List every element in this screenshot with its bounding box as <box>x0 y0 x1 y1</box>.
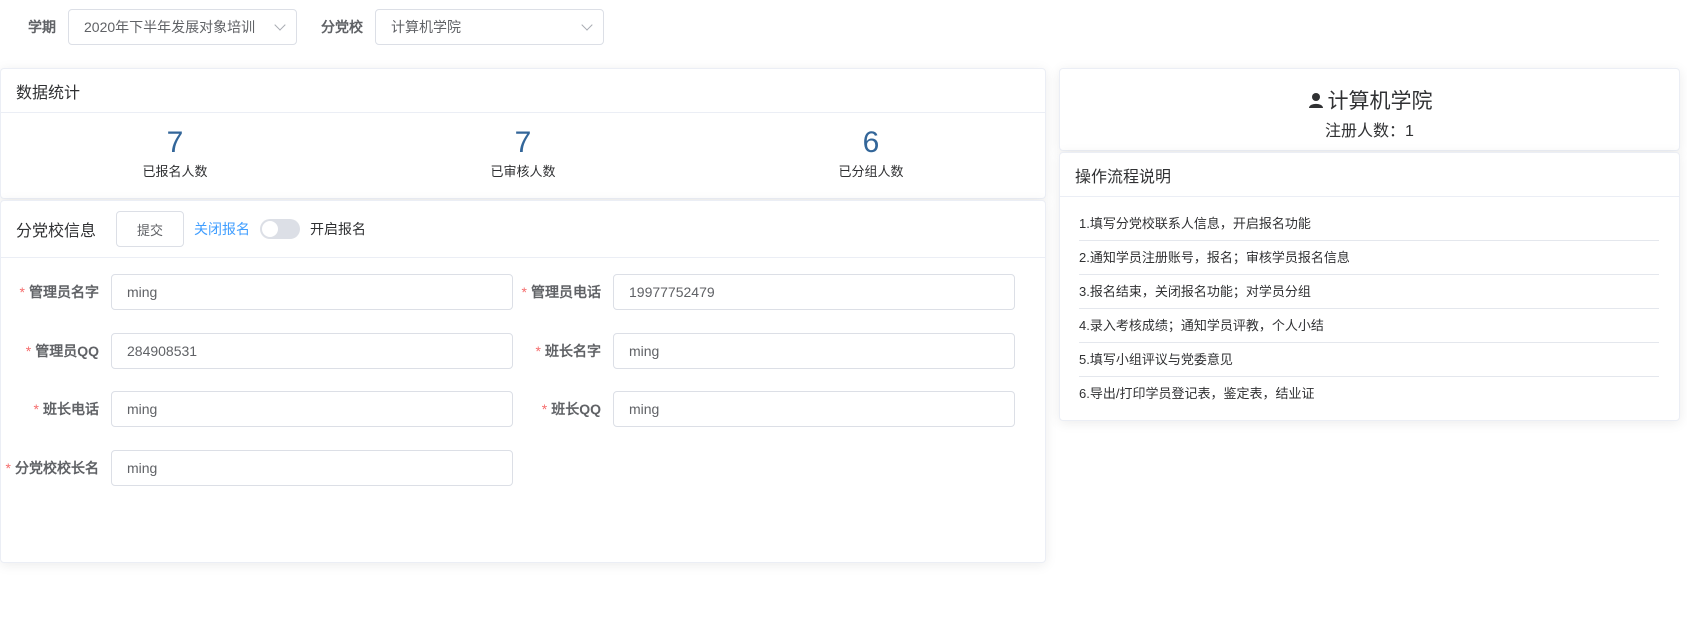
admin-qq-label-text: 管理员QQ <box>35 343 99 359</box>
branch-info-title: 分党校信息 <box>16 223 97 240</box>
term-label: 学期 <box>28 19 56 35</box>
profile-name-row: 计算机学院 <box>1060 85 1679 115</box>
monitor-qq-field[interactable] <box>613 391 1015 427</box>
monitor-phone-label: * 班长电话 <box>1 391 111 427</box>
registered-count: 注册人数：1 <box>1325 123 1414 140</box>
monitor-name-field[interactable] <box>613 333 1015 369</box>
process-step: 1.填写分党校联系人信息，开启报名功能 <box>1079 207 1659 241</box>
submit-button[interactable]: 提交 <box>116 211 185 247</box>
stat-value: 7 <box>514 126 532 159</box>
monitor-name-label: * 班长名字 <box>503 333 613 369</box>
stat-reviewed: 7 已审核人数 <box>349 113 697 199</box>
admin-phone-label-text: 管理员电话 <box>531 284 601 300</box>
process-card-title: 操作流程说明 <box>1060 153 1679 197</box>
admin-qq-label: * 管理员QQ <box>1 333 111 369</box>
required-mark: * <box>521 284 527 300</box>
filter-bar: 学期 2020年下半年发展对象培训 分党校 计算机学院 <box>28 9 604 45</box>
form-item-admin-qq: * 管理员QQ <box>1 333 513 369</box>
required-mark: * <box>33 401 39 417</box>
chevron-down-icon <box>274 18 286 31</box>
form-item-principal-name: * 分党校校长名 <box>1 450 513 486</box>
admin-qq-field[interactable] <box>111 333 513 369</box>
term-select-value: 2020年下半年发展对象培训 <box>84 19 256 35</box>
required-mark: * <box>5 460 11 476</box>
registration-toggle[interactable] <box>260 219 301 239</box>
required-mark: * <box>25 343 32 359</box>
monitor-phone-label-text: 班长电话 <box>43 401 99 417</box>
stat-value: 7 <box>166 126 184 159</box>
monitor-phone-field[interactable] <box>111 391 513 427</box>
process-step: 2.通知学员注册账号，报名；审核学员报名信息 <box>1079 241 1659 275</box>
close-registration-label[interactable]: 关闭报名 <box>194 219 250 239</box>
branch-info-header: 分党校信息 提交 关闭报名 开启报名 <box>1 201 1045 258</box>
stat-label: 已报名人数 <box>142 164 208 179</box>
branch-label: 分党校 <box>321 19 363 35</box>
process-steps: 1.填写分党校联系人信息，开启报名功能 2.通知学员注册账号，报名；审核学员报名… <box>1060 197 1679 411</box>
admin-phone-field[interactable] <box>613 274 1015 310</box>
required-mark: * <box>541 401 548 417</box>
branch-select-value: 计算机学院 <box>391 19 461 35</box>
user-icon <box>1307 91 1325 109</box>
principal-name-label: * 分党校校长名 <box>1 450 111 486</box>
required-mark: * <box>535 343 541 359</box>
stats-row: 7 已报名人数 7 已审核人数 6 已分组人数 <box>1 113 1045 199</box>
stat-registered: 7 已报名人数 <box>1 113 349 199</box>
admin-phone-label: * 管理员电话 <box>503 274 613 310</box>
form-item-admin-phone: * 管理员电话 <box>503 274 1015 310</box>
form-item-monitor-phone: * 班长电话 <box>1 391 513 427</box>
branch-info-card: 分党校信息 提交 关闭报名 开启报名 *管理员名字 *管理员电话 *管理员QQ … <box>0 200 1046 563</box>
process-step: 3.报名结束，关闭报名功能；对学员分组 <box>1079 275 1659 309</box>
form-item-admin-name: * 管理员名字 <box>1 274 513 310</box>
process-step: 5.填写小组评议与党委意见 <box>1079 343 1659 377</box>
profile: 计算机学院 注册人数：1 <box>1060 69 1679 141</box>
principal-name-label-text: 分党校校长名 <box>15 460 99 476</box>
profile-name: 计算机学院 <box>1327 90 1433 113</box>
process-step: 4.录入考核成绩；通知学员评教，个人小结 <box>1079 309 1659 343</box>
toggle-knob <box>262 221 279 237</box>
open-registration-label[interactable]: 开启报名 <box>310 219 366 239</box>
stat-label: 已分组人数 <box>838 164 904 179</box>
stat-grouped: 6 已分组人数 <box>697 113 1045 199</box>
term-select[interactable]: 2020年下半年发展对象培训 <box>68 9 297 45</box>
stat-label: 已审核人数 <box>490 164 556 179</box>
stat-value: 6 <box>862 126 880 159</box>
monitor-name-label-text: 班长名字 <box>545 343 601 359</box>
admin-name-label: * 管理员名字 <box>1 274 111 310</box>
stats-card: 数据统计 7 已报名人数 7 已审核人数 6 已分组人数 <box>0 68 1046 199</box>
monitor-qq-label-text: 班长QQ <box>551 401 601 417</box>
chevron-down-icon <box>581 18 593 31</box>
admin-name-label-text: 管理员名字 <box>29 284 99 300</box>
form-item-monitor-qq: * 班长QQ <box>503 391 1015 427</box>
branch-select[interactable]: 计算机学院 <box>375 9 604 45</box>
process-card: 操作流程说明 1.填写分党校联系人信息，开启报名功能 2.通知学员注册账号，报名… <box>1059 152 1680 421</box>
required-mark: * <box>19 284 25 300</box>
principal-name-field[interactable] <box>111 450 513 486</box>
process-step: 6.导出/打印学员登记表，鉴定表，结业证 <box>1079 386 1315 401</box>
monitor-qq-label: * 班长QQ <box>503 391 613 427</box>
admin-name-field[interactable] <box>111 274 513 310</box>
profile-card: 计算机学院 注册人数：1 <box>1059 68 1680 151</box>
stats-card-title: 数据统计 <box>1 69 1045 113</box>
form-item-monitor-name: * 班长名字 <box>503 333 1015 369</box>
